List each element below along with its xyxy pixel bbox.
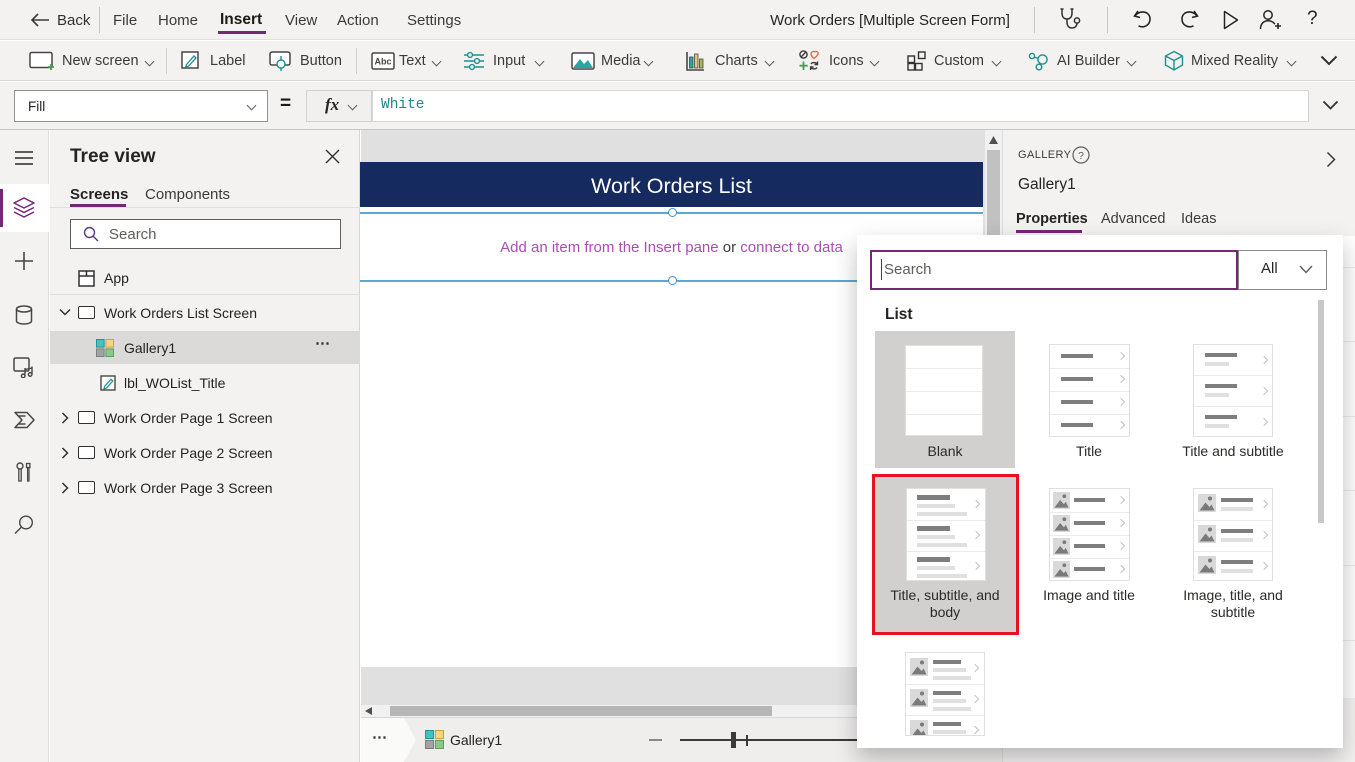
svg-text:?: ? [1078, 150, 1084, 162]
svg-text:Abc: Abc [374, 57, 391, 67]
